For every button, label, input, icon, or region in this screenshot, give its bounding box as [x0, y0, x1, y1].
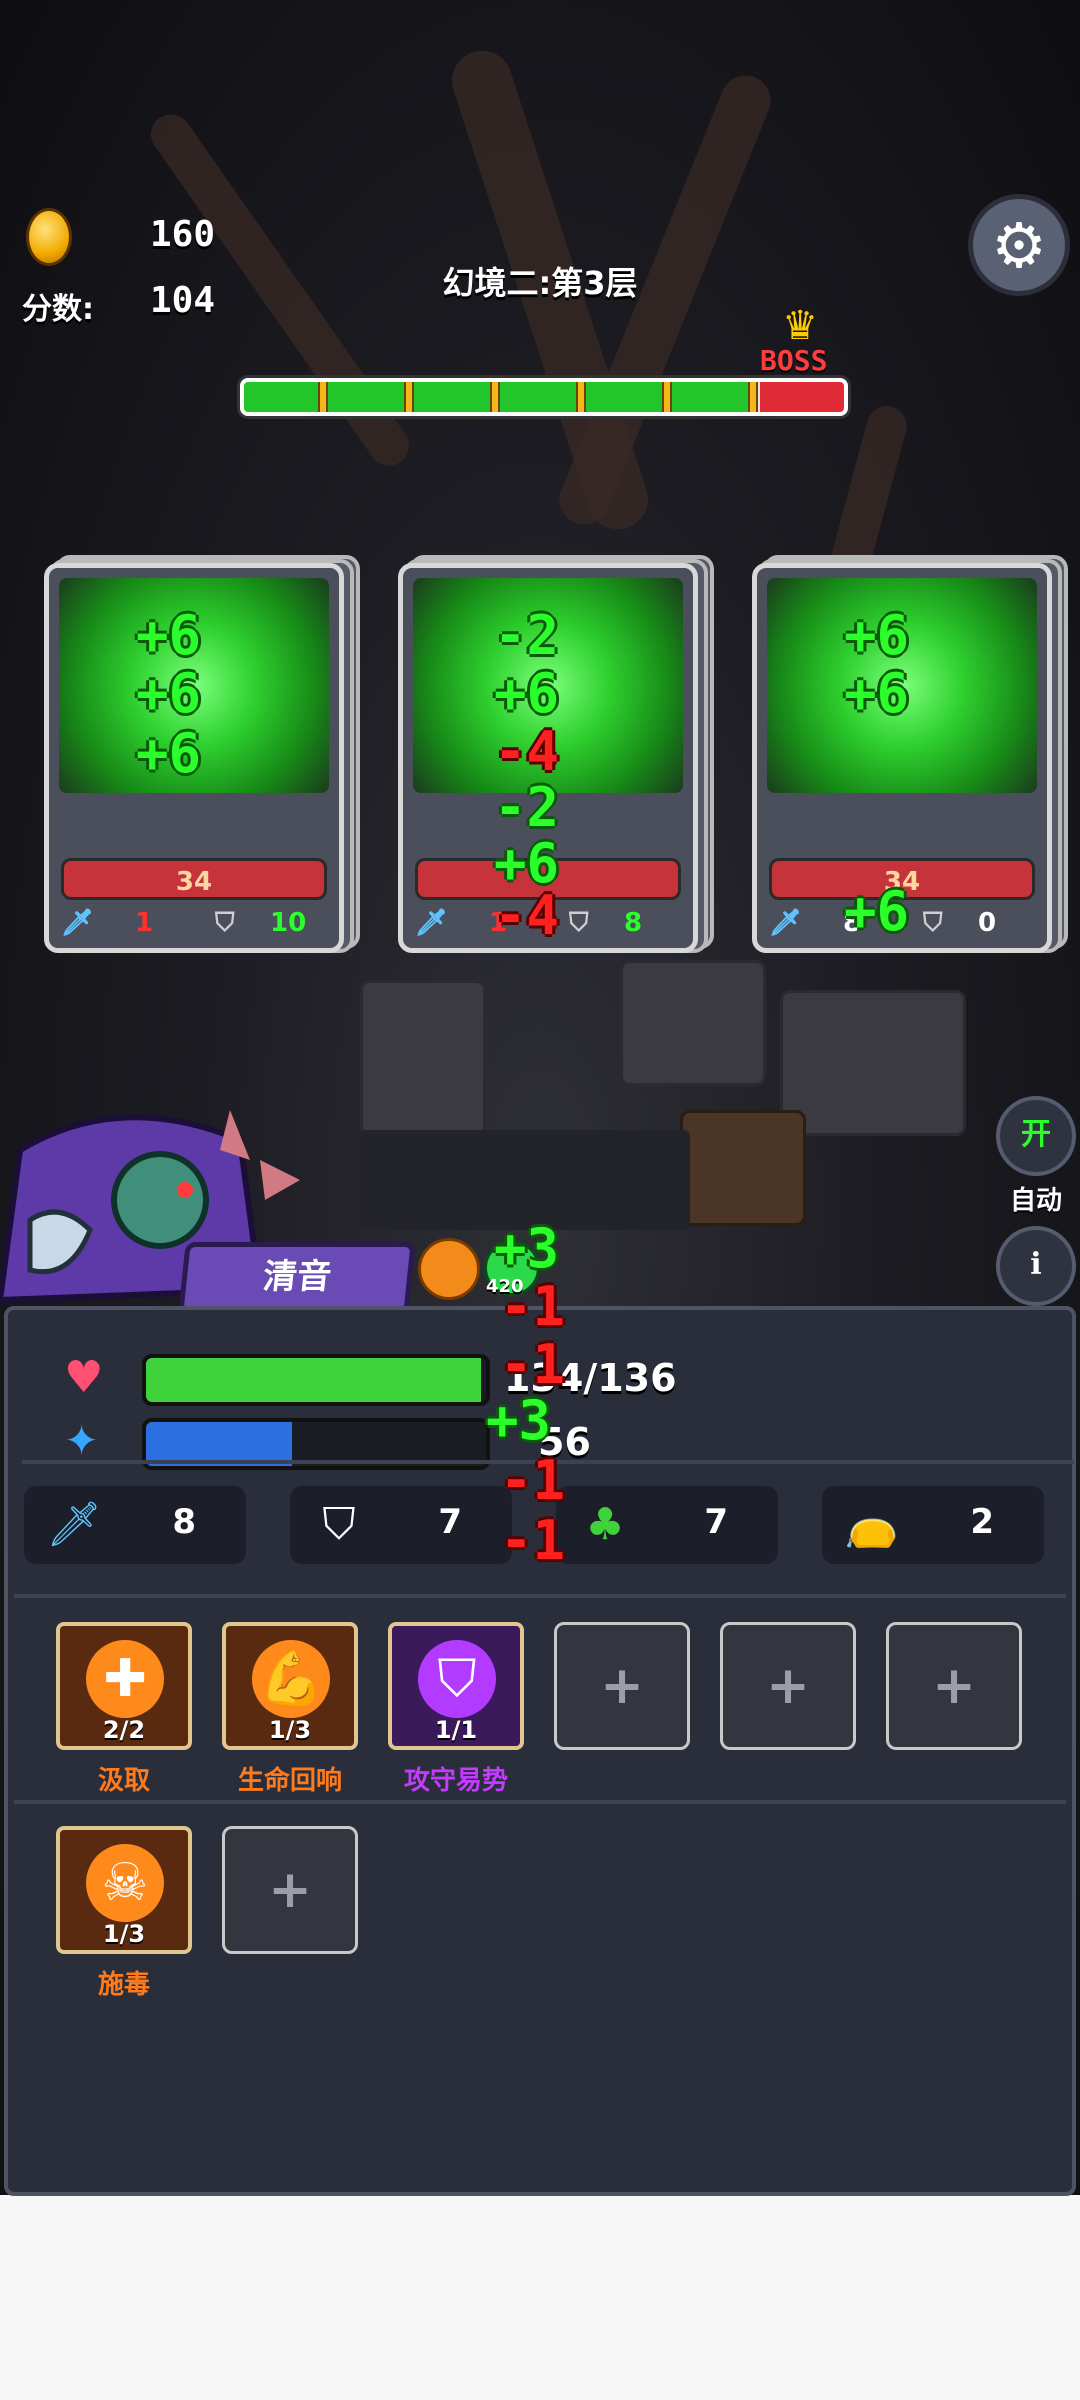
divider [14, 1800, 1066, 1804]
level-title: 幻境二:第3层 [442, 264, 638, 302]
floating-number: +3 [494, 1217, 560, 1280]
card-effect-number: +6 [136, 662, 202, 725]
stat-gold: 👝 2 [822, 1486, 1044, 1564]
score-value: 104 [150, 280, 216, 321]
skill-name: 生命回响 [237, 1766, 342, 1796]
skill-stance-swap[interactable]: ⛉ 1/1 [388, 1622, 524, 1750]
sword-icon: 🗡 [415, 908, 449, 938]
gear-icon: ⚙ [991, 208, 1047, 282]
skill-count: 1/3 [268, 1716, 312, 1744]
card-effect-number: +6 [494, 832, 560, 895]
info-button[interactable]: i [996, 1226, 1076, 1306]
empty-skill-slot[interactable]: + [886, 1622, 1022, 1750]
stage-tick [748, 382, 758, 412]
stone-stairs [360, 1130, 690, 1230]
card-effect-number: -2 [494, 604, 560, 667]
shield-icon: ⛉ [569, 908, 589, 938]
auto-label: 自动 [1009, 1186, 1062, 1216]
enemy-card-3[interactable]: 34 🗡 8 ⛉ 0 +6 +6 +6 [752, 555, 1068, 957]
enemy-card-1[interactable]: 34 🗡 1 ⛉ 10 +6 +6 +6 [44, 555, 360, 957]
card-hp: 34 [61, 858, 327, 900]
shield-icon: ⛉ [215, 908, 235, 938]
stat-attack: 🗡 8 [24, 1486, 246, 1564]
card-effect-number: +6 [136, 722, 202, 785]
shield-icon: ⛉ [322, 1499, 356, 1550]
treasure-chest [680, 1110, 806, 1226]
purple-shield-icon: ⛉ [418, 1640, 496, 1718]
coin-icon [26, 208, 72, 266]
skill-name: 攻守易势 [403, 1766, 508, 1796]
gold-value: 2 [970, 1502, 994, 1542]
stat-defense: ⛉ 7 [290, 1486, 512, 1564]
boss-label: BOSS [760, 344, 828, 377]
empty-skill-slot[interactable]: + [222, 1826, 358, 1954]
drain-icon: ✚ [86, 1640, 164, 1718]
enemy-card-2[interactable]: 🗡 1 ⛉ 8 -2 +6 -4 -2 +6 -4 [398, 555, 714, 957]
sword-icon: 🗡 [769, 908, 803, 938]
divider [14, 1594, 1066, 1598]
stage-tick [490, 382, 500, 412]
player-name-tag: 清音 [178, 1242, 416, 1314]
stat-luck: ♣ 7 [556, 1486, 778, 1564]
hp-bar [142, 1354, 490, 1406]
luck-value: 7 [704, 1502, 728, 1542]
card-effect-number: +6 [844, 604, 910, 667]
clover-icon: ♣ [585, 1499, 625, 1550]
ruin-stone [780, 990, 966, 1136]
ruin-stone [620, 960, 766, 1086]
skill-name: 汲取 [97, 1766, 150, 1796]
money-bag-icon: 👝 [844, 1499, 899, 1550]
crown-icon: ♛ [782, 303, 818, 349]
sword-icon: 🗡 [61, 908, 95, 938]
floating-number: -1 [500, 1449, 566, 1512]
card-effect-number: +6 [136, 604, 202, 667]
stage-tick [662, 382, 672, 412]
skull-icon: ☠ [86, 1844, 164, 1922]
shield-icon: ⛉ [923, 908, 943, 938]
defense-value: 7 [438, 1502, 462, 1542]
card-effect-number: +6 [494, 662, 560, 725]
skill-drain[interactable]: ✚ 2/2 [56, 1622, 192, 1750]
empty-skill-slot[interactable]: + [720, 1622, 856, 1750]
muscle-icon: 💪 [252, 1640, 330, 1718]
stage-tick [404, 382, 414, 412]
stage-tick [576, 382, 586, 412]
heart-icon: ♥ [64, 1352, 104, 1403]
auto-toggle-button[interactable]: 开 [996, 1096, 1076, 1176]
card-defense: 8 [624, 908, 643, 938]
empty-skill-slot[interactable]: + [554, 1622, 690, 1750]
card-defense: 0 [978, 908, 997, 938]
ruin-stone [360, 980, 486, 1136]
card-effect-number: -2 [494, 776, 560, 839]
boss-segment [760, 382, 844, 412]
card-attack: 1 [135, 908, 154, 938]
settings-button[interactable]: ⚙ [968, 194, 1070, 296]
skill-count: 1/3 [102, 1920, 146, 1948]
floating-number: +3 [486, 1389, 552, 1452]
floating-number: -1 [500, 1333, 566, 1396]
skill-poison[interactable]: ☠ 1/3 [56, 1826, 192, 1954]
mana-icon: ✦ [64, 1416, 100, 1465]
hp-bar-fill [146, 1358, 481, 1402]
floating-number: -1 [500, 1509, 566, 1572]
card-effect-number: -4 [494, 720, 560, 783]
card-effect-number: -4 [494, 884, 560, 947]
card-effect-number: +6 [844, 662, 910, 725]
skill-count: 2/2 [102, 1716, 146, 1744]
buff-icon [418, 1238, 480, 1300]
skill-life-echo[interactable]: 💪 1/3 [222, 1622, 358, 1750]
coin-count: 160 [150, 214, 216, 255]
floating-number: -1 [500, 1275, 566, 1338]
stage-progress-bar [240, 378, 848, 416]
card-effect-number: +6 [844, 880, 910, 943]
skill-count: 1/1 [434, 1716, 478, 1744]
score-label: 分数: [22, 292, 94, 327]
sword-icon: 🗡 [46, 1499, 102, 1550]
skill-name: 施毒 [97, 1970, 150, 2000]
attack-value: 8 [172, 1502, 196, 1542]
stage-tick [318, 382, 328, 412]
card-defense: 10 [270, 908, 307, 938]
